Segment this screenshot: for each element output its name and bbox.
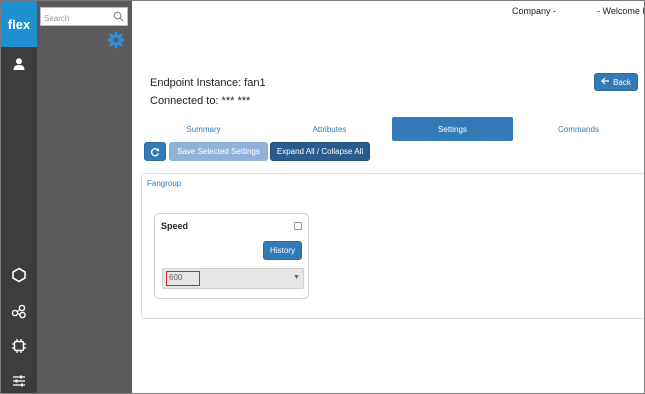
nav-rail: flex (1, 1, 37, 393)
sliders-icon[interactable] (9, 371, 29, 391)
search-input[interactable] (41, 10, 114, 27)
group-title[interactable]: Fangroup (147, 179, 181, 188)
search-icon[interactable] (113, 11, 124, 22)
tab-summary[interactable]: Summary (143, 117, 264, 141)
tab-settings[interactable]: Settings (392, 117, 513, 141)
back-button[interactable]: Back (594, 73, 638, 91)
refresh-icon (150, 147, 160, 156)
sidebar-search[interactable] (40, 7, 128, 27)
nodes-icon[interactable] (9, 301, 29, 321)
secondary-sidebar (37, 1, 132, 393)
back-label: Back (613, 77, 631, 87)
setting-label: Speed (161, 221, 189, 231)
welcome-label: - Welcome M (597, 6, 644, 16)
app-logo[interactable]: flex (1, 1, 37, 47)
save-selected-settings-button[interactable]: Save Selected Settings (169, 142, 268, 161)
company-label: Company - (512, 6, 557, 16)
expand-collapse-button[interactable]: Expand All / Collapse All (270, 142, 370, 161)
tab-attributes[interactable]: Attributes (269, 117, 390, 141)
chip-icon[interactable] (9, 336, 29, 356)
hexagon-icon[interactable] (9, 265, 29, 285)
gear-icon[interactable] (107, 31, 125, 49)
setting-checkbox[interactable] (294, 222, 302, 230)
app-window: flex Search Company - - Welcome Endpoint… (0, 0, 645, 394)
history-button[interactable]: History (263, 241, 302, 260)
page-title: Endpoint Instance: fan1 (150, 77, 266, 89)
speed-value[interactable]: 600 (166, 271, 200, 286)
connection-status: Connected to: *** *** (150, 95, 251, 107)
tab-commands[interactable]: Commands (518, 117, 639, 141)
user-icon[interactable] (9, 54, 29, 74)
chevron-down-icon[interactable]: ▼ (293, 274, 300, 281)
refresh-button[interactable] (144, 142, 166, 161)
back-icon (601, 77, 610, 87)
welcome-text: - Welcome (597, 6, 640, 16)
